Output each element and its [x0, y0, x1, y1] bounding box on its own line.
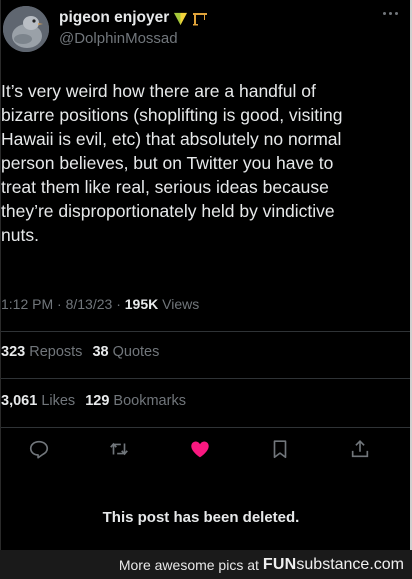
pigeon-avatar-icon: [3, 6, 49, 52]
watermark-logo[interactable]: FUNsubstance.com: [263, 556, 404, 574]
action-bar: [1, 432, 410, 468]
name-row: pigeon enjoyer: [59, 8, 208, 28]
reposts-quotes-row: 323 Reposts 38 Quotes: [1, 344, 159, 360]
watermark-footer: More awesome pics at FUNsubstance.com: [0, 550, 412, 579]
reposts-count: 323: [1, 344, 26, 360]
reposts-link[interactable]: 323 Reposts: [1, 344, 82, 360]
display-name[interactable]: pigeon enjoyer: [59, 9, 169, 27]
watermark-text: More awesome pics at: [118, 556, 259, 573]
likes-count: 3,061: [1, 393, 38, 409]
bookmarks-link[interactable]: 129 Bookmarks: [85, 393, 186, 409]
leaf-badge-icon: [174, 12, 188, 25]
tweet-time[interactable]: 1:12 PM: [1, 296, 53, 312]
bookmark-icon[interactable]: [269, 438, 291, 460]
deleted-notice: This post has been deleted.: [102, 509, 300, 526]
likes-label: Likes: [37, 393, 76, 409]
quotes-label: Quotes: [108, 344, 160, 360]
bookmarks-count: 129: [85, 393, 110, 409]
divider: [1, 427, 410, 428]
user-handle[interactable]: @DolphinMossad: [59, 30, 178, 47]
meta-separator: ·: [112, 296, 125, 312]
quotes-count: 38: [92, 344, 109, 360]
divider: [1, 331, 410, 332]
meta-separator: ·: [53, 296, 66, 312]
views-label: Views: [158, 296, 200, 312]
repost-icon[interactable]: [108, 438, 130, 460]
reply-icon[interactable]: [28, 438, 50, 460]
tweet-meta: 1:12 PM · 8/13/23 · 195K Views: [1, 296, 199, 312]
tweet-screenshot: pigeon enjoyer @DolphinMossad It’s very …: [0, 0, 412, 550]
tweet-header: pigeon enjoyer @DolphinMossad: [1, 0, 410, 62]
bookmarks-label: Bookmarks: [109, 393, 186, 409]
brand-part-fun: FUN: [262, 555, 297, 573]
brand-part-substance: substance.com: [296, 555, 404, 573]
views-count: 195K: [124, 296, 159, 312]
divider: [1, 378, 410, 379]
tweet-date[interactable]: 8/13/23: [66, 296, 113, 312]
reposts-label: Reposts: [25, 344, 83, 360]
like-icon[interactable]: [189, 438, 211, 460]
crane-icon: [193, 13, 208, 26]
share-icon[interactable]: [349, 438, 371, 460]
quotes-link[interactable]: 38 Quotes: [92, 344, 159, 360]
tweet-text: It’s very weird how there are a handful …: [1, 81, 343, 245]
likes-link[interactable]: 3,061 Likes: [1, 393, 75, 409]
likes-bookmarks-row: 3,061 Likes 129 Bookmarks: [1, 393, 186, 409]
avatar[interactable]: [3, 6, 49, 52]
more-options-icon[interactable]: [383, 8, 401, 18]
